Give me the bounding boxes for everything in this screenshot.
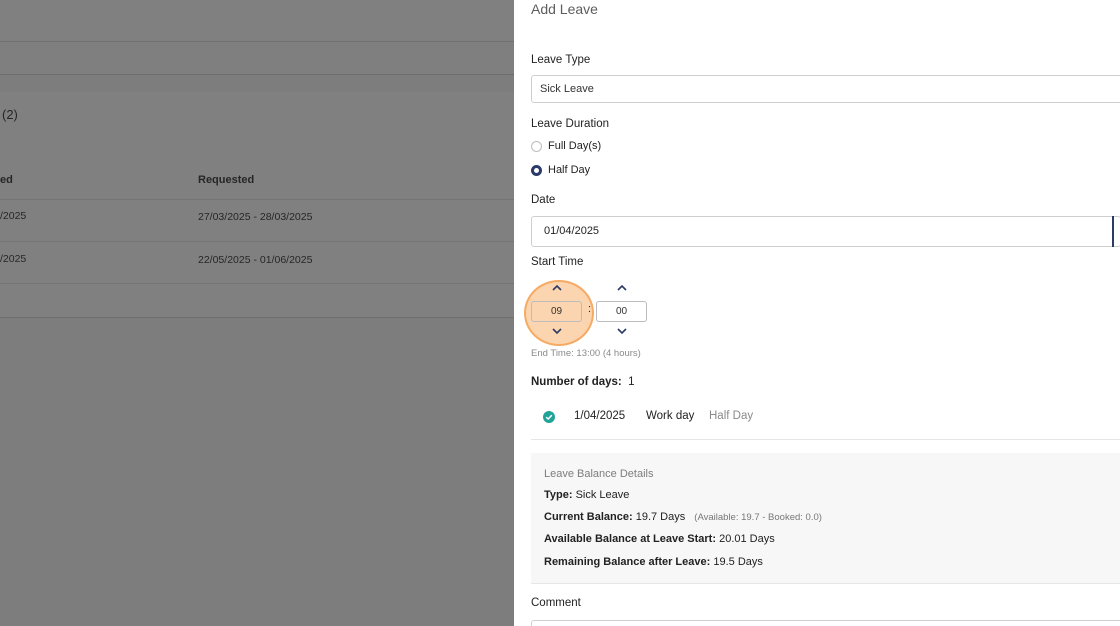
balance-remaining-label: Remaining Balance after Leave: [544, 556, 711, 568]
balance-current-detail: (Available: 19.7 - Booked: 0.0) [694, 512, 822, 523]
background-th-requested: Requested [198, 174, 255, 186]
background-row-divider [0, 199, 514, 200]
check-circle-icon [543, 411, 555, 423]
balance-type: Type: Sick Leave [544, 489, 629, 501]
minute-up-chevron-icon[interactable] [614, 284, 630, 291]
background-row-1-requested: 27/03/2025 - 28/03/2025 [198, 211, 313, 223]
panel-title: Add Leave [531, 1, 598, 17]
balance-remaining-value: 19.5 Days [713, 556, 763, 568]
day-entry-portion: Half Day [709, 410, 754, 422]
leave-balance-card: Leave Balance Details Type: Sick Leave C… [531, 453, 1120, 584]
background-row-2-date: /2025 [0, 253, 27, 265]
background-row-divider [0, 241, 514, 242]
background-row-1-date: /2025 [0, 210, 27, 222]
days-label: Number of days: [531, 376, 622, 388]
radio-circle[interactable] [531, 140, 542, 152]
radio-full-day[interactable]: Full Day(s) [531, 140, 601, 152]
radio-half-day-label: Half Day [548, 164, 591, 176]
background-th-date: ed [0, 174, 13, 186]
leave-duration-label: Leave Duration [531, 118, 609, 130]
date-label: Date [531, 194, 556, 206]
add-leave-panel: Add Leave Leave Type Sick Leave Leave Du… [514, 0, 1120, 626]
balance-available-value: 20.01 Days [719, 533, 775, 545]
balance-available-label: Available Balance at Leave Start: [544, 533, 717, 545]
time-separator: : [588, 303, 592, 315]
balance-remaining: Remaining Balance after Leave: 19.5 Days [544, 556, 763, 568]
balance-current-label: Current Balance: [544, 511, 633, 523]
balance-type-label: Type: [544, 489, 573, 501]
hour-up-chevron-icon[interactable] [549, 284, 565, 291]
balance-type-value: Sick Leave [575, 489, 630, 501]
background-row-divider [0, 283, 514, 284]
number-of-days: Number of days: 1 [531, 376, 635, 388]
end-time-text: End Time: 13:00 (4 hours) [531, 348, 641, 359]
balance-current: Current Balance: 19.7 Days (Available: 1… [544, 511, 822, 523]
radio-full-day-label: Full Day(s) [548, 140, 602, 152]
background-row-2-requested: 22/05/2025 - 01/06/2025 [198, 254, 313, 266]
minute-down-chevron-icon[interactable] [614, 328, 630, 335]
balance-title: Leave Balance Details [544, 468, 654, 480]
leave-type-select[interactable]: Sick Leave [531, 75, 1120, 103]
leave-type-label: Leave Type [531, 54, 591, 66]
days-value: 1 [628, 376, 635, 388]
background-toolbar-band [0, 42, 514, 75]
date-input[interactable]: 01/04/2025 [531, 216, 1120, 247]
comment-label: Comment [531, 597, 581, 609]
day-entry-card: 1/04/2025 Work day Half Day [531, 396, 1120, 440]
day-entry-date: 1/04/2025 [574, 410, 626, 422]
background-leave-table [0, 92, 514, 318]
day-entry-type: Work day [646, 410, 695, 422]
minute-input[interactable]: 00 [596, 301, 647, 322]
start-time-label: Start Time [531, 256, 584, 268]
comment-textarea[interactable] [531, 620, 1120, 626]
date-picker-edge[interactable] [1112, 216, 1120, 247]
background-count: (2) [2, 107, 18, 122]
radio-half-day[interactable]: Half Day [531, 164, 590, 176]
background-header-band [0, 0, 514, 42]
hour-down-chevron-icon[interactable] [549, 328, 565, 335]
balance-current-value: 19.7 Days [635, 511, 686, 523]
balance-available: Available Balance at Leave Start: 20.01 … [544, 533, 775, 545]
radio-circle-checked[interactable] [531, 164, 542, 176]
hour-input[interactable]: 09 [531, 301, 582, 322]
